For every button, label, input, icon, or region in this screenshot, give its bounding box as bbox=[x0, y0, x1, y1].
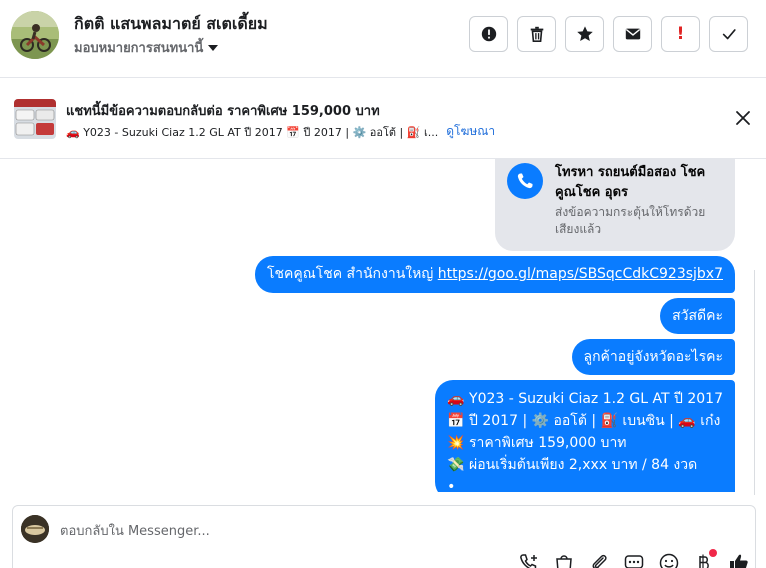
message-text: โชคคูณโชค สำนักงานใหญ่ bbox=[266, 266, 438, 282]
page-avatar bbox=[21, 515, 49, 543]
close-icon[interactable] bbox=[734, 109, 752, 127]
ad-thumbnail[interactable] bbox=[14, 99, 56, 139]
trash-icon bbox=[530, 26, 543, 43]
message-line: 📅 ปี 2017 | ⚙️ ออโต้ | ⛽ เบนซิน | 🚗 เก๋ง bbox=[447, 413, 721, 429]
star-icon bbox=[576, 26, 593, 42]
ad-summary: 🚗 Y023 - Suzuki Ciaz 1.2 GL AT ปี 2017 📅… bbox=[66, 125, 439, 139]
mark-spam-button[interactable]: ! bbox=[661, 16, 700, 52]
caret-down-icon bbox=[208, 44, 219, 51]
alert-circle-icon bbox=[481, 26, 496, 42]
assign-label: มอบหมายการสนทนานี้ bbox=[74, 41, 204, 56]
reply-composer: ตอบกลับใน Messenger... bbox=[12, 505, 756, 568]
chat-bubble-icon bbox=[624, 555, 644, 568]
view-ad-link[interactable]: ดูโฆษณา bbox=[446, 122, 495, 141]
conversation-header: กิตติ แสนพลมาตย์ สเตเดี้ยม มอบหมายการสนท… bbox=[0, 0, 766, 78]
bag-icon bbox=[556, 555, 572, 568]
contact-name[interactable]: กิตติ แสนพลมาตย์ สเตเดี้ยม bbox=[74, 12, 268, 37]
banner-title: แชทนี้มีข้อความตอบกลับต่อ ราคาพิเศษ 159,… bbox=[66, 104, 380, 119]
maps-link[interactable]: https://goo.gl/maps/SBSqcCdkC923sjbx7 bbox=[438, 266, 723, 282]
side-panel-edge bbox=[754, 270, 766, 495]
like-button[interactable] bbox=[728, 552, 750, 568]
report-button[interactable] bbox=[469, 16, 508, 52]
header-actions: ! bbox=[469, 16, 748, 52]
shop-button[interactable] bbox=[553, 552, 575, 568]
message-thread[interactable]: โทรหา รถยนต์มือสอง โชคคูณโชค อุดร ส่งข้อ… bbox=[0, 159, 766, 492]
call-card-subtitle: ส่งข้อความกระตุ้นให้โทรด้วยเสียงแล้ว bbox=[555, 205, 706, 236]
call-prompt-card: โทรหา รถยนต์มือสอง โชคคูณโชค อุดร ส่งข้อ… bbox=[495, 159, 735, 251]
phone-plus-icon bbox=[520, 554, 537, 568]
emoji-icon bbox=[659, 553, 679, 568]
message-bubble[interactable]: โชคคูณโชค สำนักงานใหญ่ https://goo.gl/ma… bbox=[254, 256, 735, 293]
composer-toolbar bbox=[518, 549, 750, 568]
mail-icon bbox=[625, 28, 640, 40]
message-line: • bbox=[447, 479, 456, 492]
thumbs-up-icon bbox=[730, 554, 748, 568]
ad-reply-banner: แชทนี้มีข้อความตอบกลับต่อ ราคาพิเศษ 159,… bbox=[0, 79, 766, 159]
call-card-title: โทรหา รถยนต์มือสอง โชคคูณโชค อุดร bbox=[555, 165, 706, 200]
emoji-button[interactable] bbox=[658, 552, 680, 568]
mark-unread-button[interactable] bbox=[613, 16, 652, 52]
payment-button[interactable] bbox=[693, 549, 717, 568]
call-button[interactable] bbox=[518, 552, 540, 568]
message-bubble[interactable]: สวัสดีคะ bbox=[660, 298, 735, 334]
mark-done-button[interactable] bbox=[709, 16, 748, 52]
star-button[interactable] bbox=[565, 16, 604, 52]
check-icon bbox=[722, 29, 736, 40]
banner-subtitle-row: 🚗 Y023 - Suzuki Ciaz 1.2 GL AT ปี 2017 📅… bbox=[66, 122, 495, 141]
reply-input[interactable]: ตอบกลับใน Messenger... bbox=[60, 520, 210, 541]
exclamation-icon: ! bbox=[676, 24, 685, 44]
assign-conversation-dropdown[interactable]: มอบหมายการสนทนานี้ bbox=[74, 37, 219, 58]
phone-icon bbox=[507, 163, 543, 199]
delete-button[interactable] bbox=[517, 16, 556, 52]
contact-avatar[interactable] bbox=[11, 11, 59, 59]
attach-button[interactable] bbox=[588, 552, 610, 568]
message-bubble[interactable]: ลูกค้าอยู่จังหวัดอะไรคะ bbox=[571, 339, 735, 375]
message-bubble[interactable]: 🚗 Y023 - Suzuki Ciaz 1.2 GL AT ปี 2017 📅… bbox=[435, 380, 735, 492]
message-line: 🚗 Y023 - Suzuki Ciaz 1.2 GL AT ปี 2017 bbox=[447, 391, 723, 407]
notification-dot bbox=[709, 549, 717, 557]
message-line: 💸 ผ่อนเริ่มต้นเพียง 2,xxx บาท / 84 งวด bbox=[447, 457, 698, 473]
message-line: 💥 ราคาพิเศษ 159,000 บาท bbox=[447, 435, 627, 451]
saved-replies-button[interactable] bbox=[623, 552, 645, 568]
paperclip-icon bbox=[592, 554, 607, 568]
